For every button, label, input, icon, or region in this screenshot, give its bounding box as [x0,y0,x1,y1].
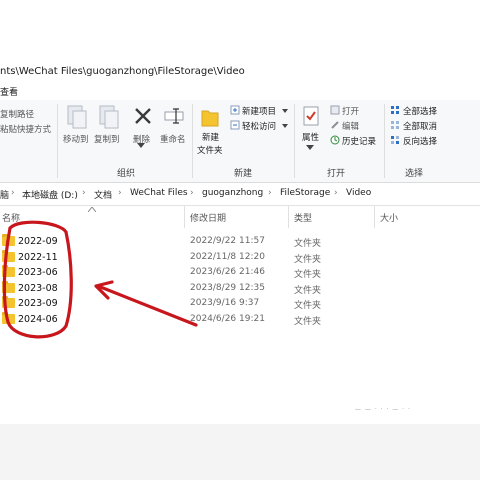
red-annotation-overlay [2,220,198,339]
annotation-arrow [96,284,198,327]
highlight-ellipse [2,220,73,339]
